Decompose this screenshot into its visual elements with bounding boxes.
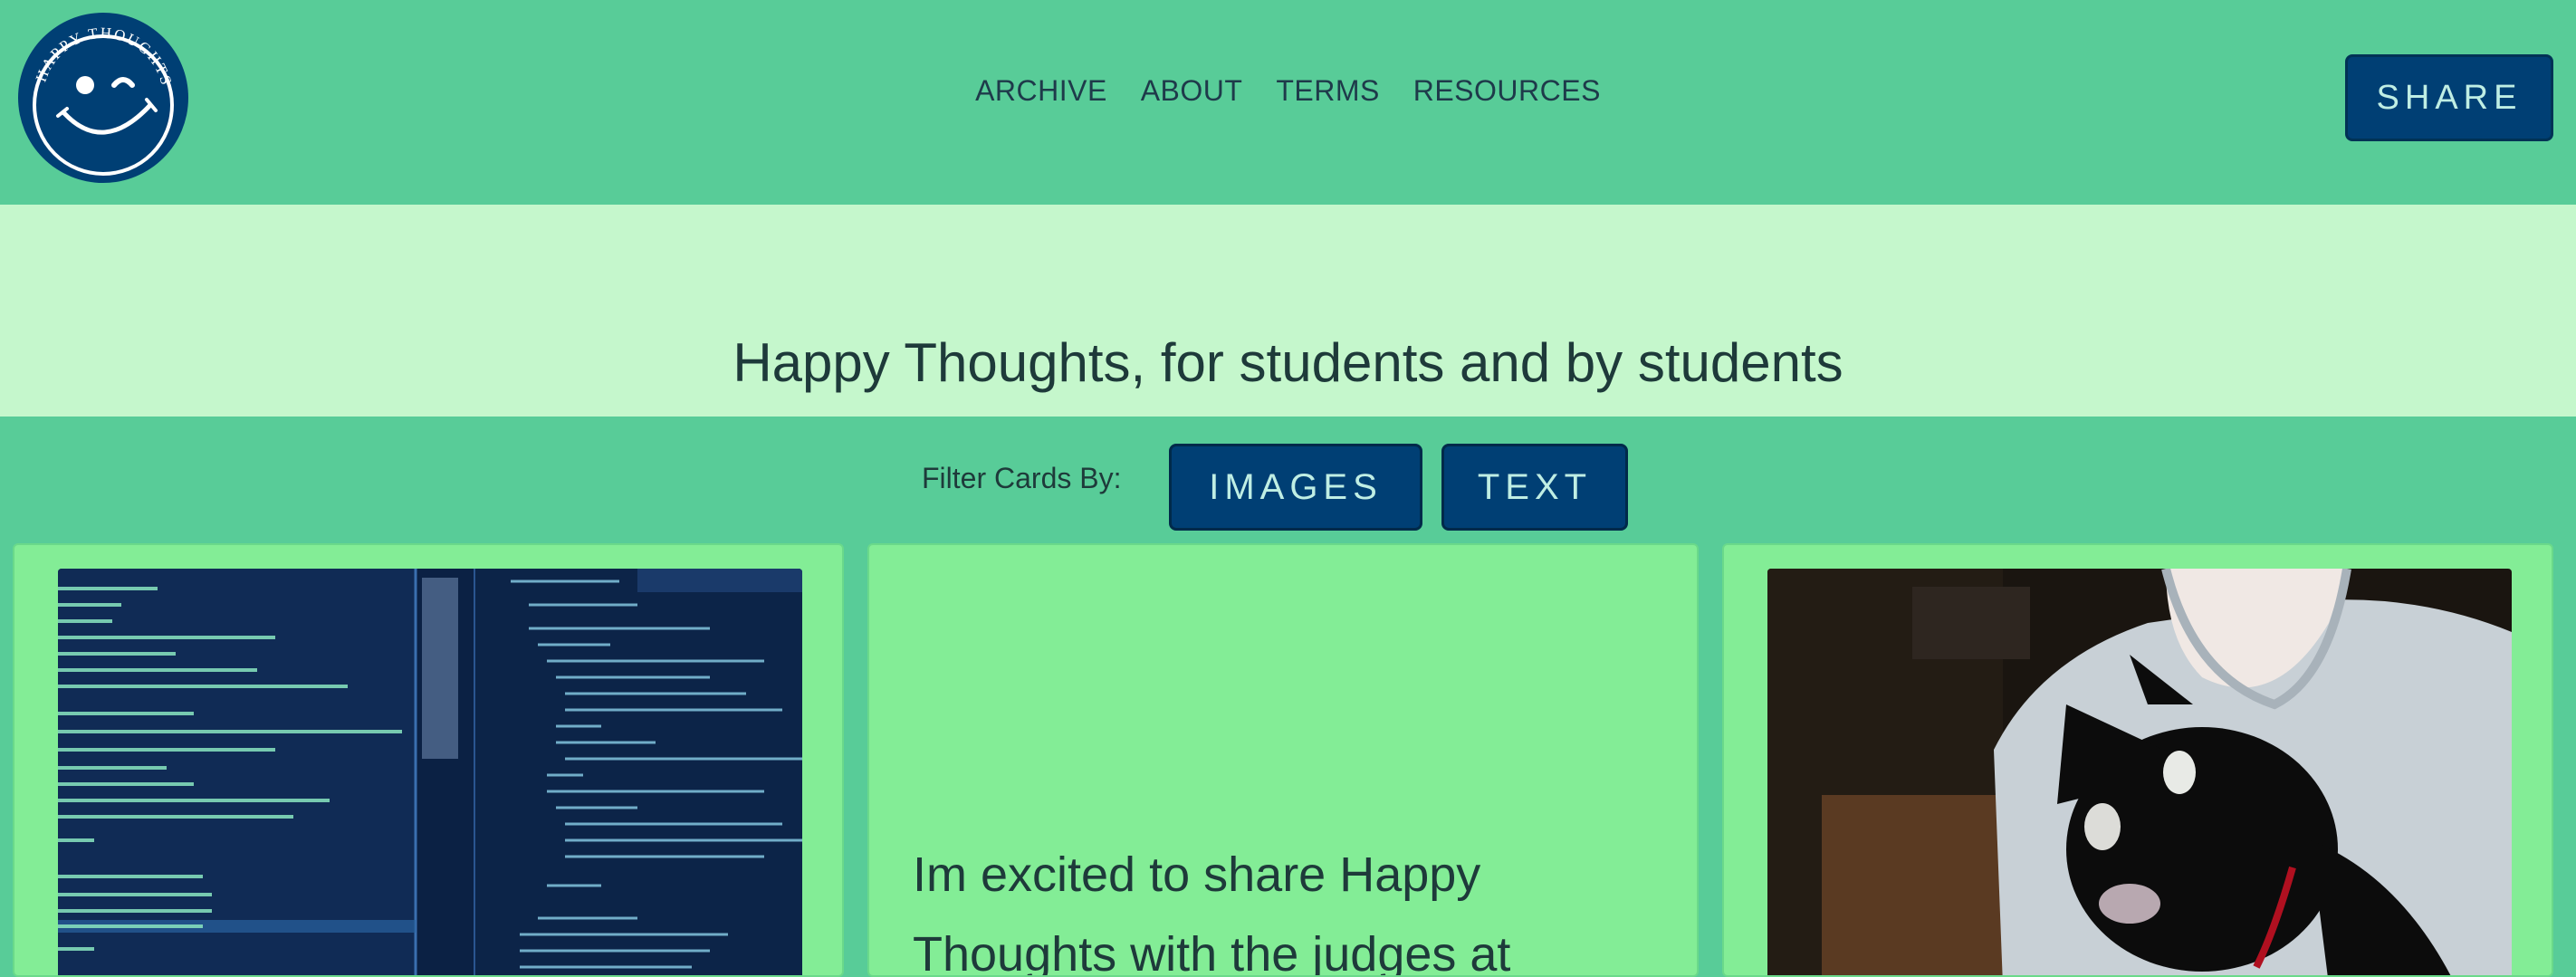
top-nav: HAPPY THOUGHTS ARCHIVE ABOUT TERMS RESOU…: [0, 0, 2576, 205]
cat-photo: [1767, 569, 2512, 975]
nav-link-archive[interactable]: ARCHIVE: [975, 74, 1107, 107]
nav-links: ARCHIVE ABOUT TERMS RESOURCES: [0, 74, 2576, 108]
card-image: [1767, 569, 2512, 975]
card-image: [58, 569, 802, 975]
filter-text-button[interactable]: TEXT: [1441, 444, 1628, 531]
card-text-content: Im excited to share Happy Thoughts with …: [913, 848, 1511, 977]
code-editor-photo: [58, 569, 802, 975]
hero-banner: Happy Thoughts, for students and by stud…: [0, 205, 2576, 417]
filter-label: Filter Cards By:: [922, 462, 1122, 494]
card-text[interactable]: Im excited to share Happy Thoughts with …: [867, 543, 1699, 977]
filter-images-button[interactable]: IMAGES: [1169, 444, 1422, 531]
share-button[interactable]: SHARE: [2345, 54, 2553, 141]
page-title: Happy Thoughts, for students and by stud…: [733, 332, 1843, 393]
nav-link-terms[interactable]: TERMS: [1276, 74, 1380, 107]
nav-link-resources[interactable]: RESOURCES: [1413, 74, 1601, 107]
filter-bar: Filter Cards By: IMAGES TEXT: [0, 444, 2576, 532]
card-image-cat[interactable]: [1722, 543, 2553, 977]
card-image-code[interactable]: [13, 543, 844, 977]
nav-link-about[interactable]: ABOUT: [1141, 74, 1243, 107]
